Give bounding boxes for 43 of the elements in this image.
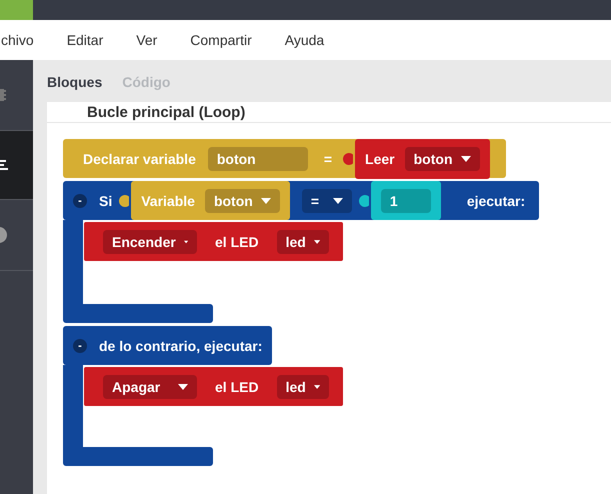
caret-icon — [260, 198, 271, 204]
declare-block[interactable]: Declarar variable boton = Leer boton — [63, 139, 506, 178]
menu-item[interactable]: Ayuda — [284, 32, 324, 48]
connector-icon — [358, 194, 369, 206]
collapse-toggle[interactable]: - — [73, 194, 87, 208]
block-label: ejecutar: — [466, 192, 526, 208]
if-block[interactable]: - Si Variable boton = 1 ejecutar: — [63, 181, 540, 220]
chip-icon — [0, 87, 6, 103]
section-title: Bucle principal (Loop) — [87, 104, 246, 120]
connector-icon — [119, 194, 130, 206]
tab[interactable]: Bloques — [47, 74, 102, 90]
sidebar-item[interactable] — [0, 131, 33, 200]
block-label: Si — [99, 192, 112, 208]
menu-item[interactable]: Editar — [66, 32, 104, 48]
led-dropdown[interactable]: led — [276, 230, 329, 254]
caret-icon — [178, 384, 188, 390]
menu-item[interactable]: Compartir — [190, 32, 252, 48]
else-block[interactable]: - de lo contrario, ejecutar: — [63, 326, 272, 365]
collapse-toggle[interactable]: - — [73, 338, 87, 352]
pin-dropdown[interactable]: boton — [404, 146, 480, 170]
caret-icon — [314, 238, 320, 244]
led-dropdown[interactable]: led — [276, 374, 329, 398]
connector-icon — [343, 152, 354, 164]
operator-label: = — [324, 150, 332, 166]
lines-icon — [0, 160, 8, 170]
menu-item[interactable]: Ver — [136, 32, 158, 48]
block-label: Variable — [141, 192, 195, 208]
caret-icon — [460, 156, 470, 162]
block-label: el LED — [215, 378, 259, 394]
caret-icon — [184, 238, 188, 244]
block-label: de lo contrario, ejecutar: — [99, 338, 262, 354]
led-block[interactable]: Apagar el LED led — [84, 367, 343, 406]
led-block[interactable]: Encender el LED led — [84, 222, 343, 261]
block-label: Declarar variable — [83, 150, 196, 166]
caret-icon — [332, 198, 343, 204]
action-dropdown[interactable]: Apagar — [103, 374, 197, 398]
block-label: Leer — [365, 150, 395, 166]
read-block[interactable]: Leer boton — [355, 138, 490, 178]
menu-item[interactable]: chivo — [1, 32, 34, 48]
block-label: el LED — [215, 234, 259, 250]
caret-icon — [314, 384, 320, 390]
action-dropdown[interactable]: Encender — [103, 230, 197, 254]
operator-dropdown[interactable]: = — [302, 188, 352, 212]
